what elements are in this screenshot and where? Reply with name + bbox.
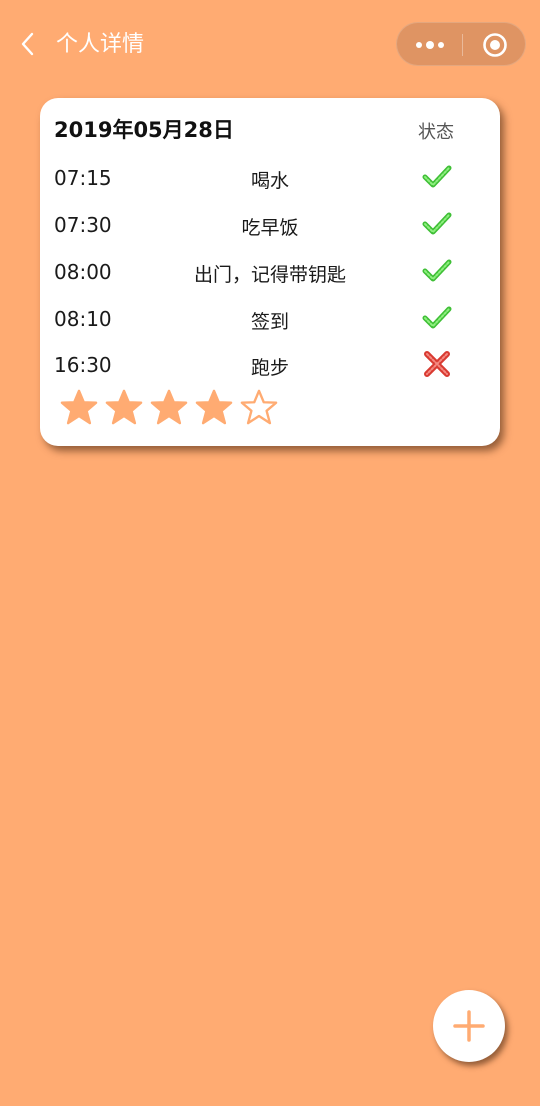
card-date: 2019年05月28日: [54, 118, 234, 142]
chevron-left-icon[interactable]: [14, 30, 42, 58]
more-dots-icon[interactable]: [397, 23, 462, 67]
schedule-row: 08:10 签到: [40, 301, 500, 341]
schedule-row: 07:30 吃早饭: [40, 207, 500, 247]
check-icon: [422, 256, 452, 286]
star-filled-icon[interactable]: [105, 388, 143, 426]
row-task: 跑步: [250, 357, 289, 379]
row-time: 08:00: [54, 260, 112, 284]
plus-icon: [453, 1010, 485, 1042]
mini-program-capsule: [396, 22, 526, 66]
check-icon: [422, 209, 452, 239]
row-time: 16:30: [54, 353, 112, 377]
schedule-card: 2019年05月28日 状态 07:15 喝水 07:30 吃早饭 08:00 …: [40, 98, 500, 446]
cross-icon: [422, 349, 452, 379]
schedule-row: 08:00 出门，记得带钥匙: [40, 254, 500, 294]
add-button[interactable]: [433, 990, 505, 1062]
star-filled-icon[interactable]: [60, 388, 98, 426]
target-circle-icon[interactable]: [463, 23, 527, 67]
row-time: 07:30: [54, 213, 112, 237]
row-time: 07:15: [54, 166, 112, 190]
status-column-header: 状态: [418, 122, 454, 143]
schedule-row: 16:30 跑步: [40, 347, 500, 387]
star-empty-icon[interactable]: [240, 388, 278, 426]
row-task: 吃早饭: [241, 217, 299, 239]
star-filled-icon[interactable]: [150, 388, 188, 426]
row-time: 08:10: [54, 307, 112, 331]
rating-stars: [60, 388, 285, 428]
star-filled-icon[interactable]: [195, 388, 233, 426]
row-task: 出门，记得带钥匙: [193, 264, 346, 286]
row-task: 签到: [250, 311, 289, 333]
page-title: 个人详情: [56, 32, 145, 57]
schedule-row: 07:15 喝水: [40, 160, 500, 200]
check-icon: [422, 162, 452, 192]
row-task: 喝水: [250, 170, 289, 192]
check-icon: [422, 303, 452, 333]
navigation-bar: 个人详情: [0, 0, 540, 90]
